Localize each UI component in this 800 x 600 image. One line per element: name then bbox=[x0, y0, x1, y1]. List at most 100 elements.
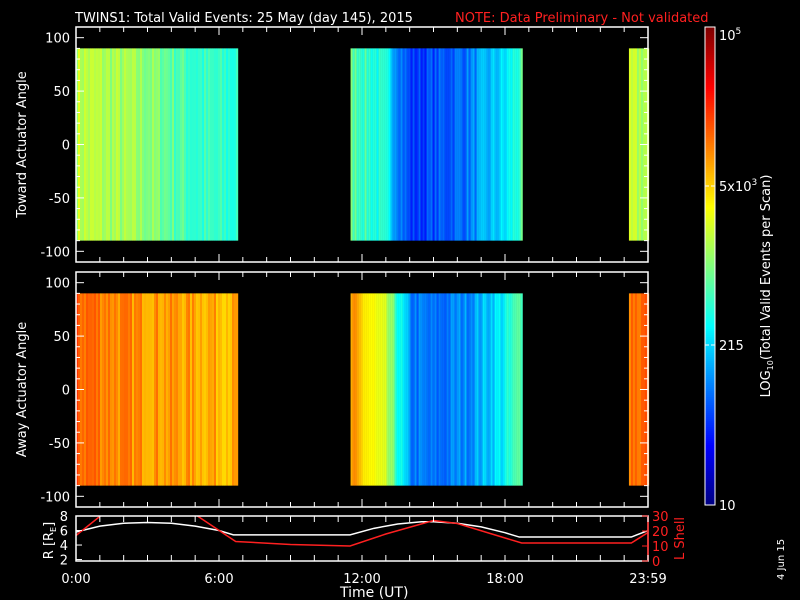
colorbar-swatch bbox=[705, 43, 715, 46]
colorbar-swatch bbox=[705, 389, 715, 392]
heatmap-column bbox=[478, 293, 481, 486]
colorbar-swatch bbox=[705, 265, 715, 268]
colorbar-swatch bbox=[705, 253, 715, 256]
colorbar-swatch bbox=[705, 159, 715, 162]
heatmap-column bbox=[108, 293, 111, 486]
heatmap-column bbox=[138, 293, 141, 486]
heatmap-column bbox=[90, 48, 93, 241]
heatmap-column bbox=[166, 48, 169, 241]
heatmap-column bbox=[410, 293, 413, 486]
heatmap-column bbox=[456, 48, 459, 241]
heatmap-column bbox=[430, 48, 433, 241]
heatmap-column bbox=[350, 48, 353, 241]
colorbar-swatch bbox=[705, 147, 715, 150]
heatmap-column bbox=[216, 293, 219, 486]
colorbar-swatch bbox=[705, 445, 715, 448]
heatmap-column bbox=[450, 293, 453, 486]
x-axis-label: Time (UT) bbox=[339, 585, 408, 600]
heatmap-column bbox=[402, 48, 405, 241]
heatmap-column bbox=[96, 293, 99, 486]
heatmap-column bbox=[214, 293, 217, 486]
heatmap-column bbox=[466, 293, 469, 486]
colorbar-swatch bbox=[705, 205, 715, 208]
colorbar-swatch bbox=[705, 411, 715, 414]
colorbar-swatch bbox=[705, 359, 715, 362]
heatmap-column bbox=[516, 48, 519, 241]
colorbar-swatch bbox=[705, 401, 715, 404]
heatmap-column bbox=[144, 293, 147, 486]
colorbar-swatch bbox=[705, 321, 715, 324]
colorbar-swatch bbox=[705, 501, 715, 504]
heatmap-column bbox=[182, 293, 185, 486]
heatmap-column bbox=[424, 293, 427, 486]
heatmap-column bbox=[202, 293, 205, 486]
heatmap-column bbox=[492, 48, 495, 241]
heatmap-column bbox=[154, 48, 157, 241]
heatmap-column bbox=[502, 293, 505, 486]
heatmap-column bbox=[158, 293, 161, 486]
heatmap-column bbox=[386, 293, 389, 486]
heatmap-column bbox=[132, 293, 135, 486]
heatmap-column bbox=[428, 293, 431, 486]
colorbar-swatch bbox=[705, 451, 715, 454]
heatmap-column bbox=[442, 293, 445, 486]
heatmap-column bbox=[476, 293, 479, 486]
heatmap-column bbox=[444, 48, 447, 241]
colorbar-swatch bbox=[705, 121, 715, 124]
colorbar-swatch bbox=[705, 211, 715, 214]
heatmap-column bbox=[176, 48, 179, 241]
heatmap-column bbox=[396, 293, 399, 486]
heatmap-column bbox=[514, 293, 517, 486]
colorbar-swatch bbox=[705, 133, 715, 136]
heatmap-column bbox=[364, 48, 367, 241]
heatmap-column bbox=[384, 293, 387, 486]
heatmap-column bbox=[194, 48, 197, 241]
heatmap-column bbox=[196, 48, 199, 241]
colorbar-swatch bbox=[705, 209, 715, 212]
colorbar-swatch bbox=[705, 49, 715, 52]
heatmap-column bbox=[206, 293, 209, 486]
colorbar-swatch bbox=[705, 75, 715, 78]
heatmap-column bbox=[498, 293, 501, 486]
heatmap-column bbox=[188, 48, 191, 241]
heatmap-column bbox=[508, 48, 511, 241]
heatmap-column bbox=[352, 293, 355, 486]
heatmap-column bbox=[126, 48, 129, 241]
colorbar-swatch bbox=[705, 269, 715, 272]
heatmap-column bbox=[146, 48, 149, 241]
colorbar-swatch bbox=[705, 41, 715, 44]
heatmap-column bbox=[400, 293, 403, 486]
colorbar-swatch bbox=[705, 485, 715, 488]
heatmap-column bbox=[90, 293, 93, 486]
colorbar-swatch bbox=[705, 363, 715, 366]
heatmap-column bbox=[356, 48, 359, 241]
colorbar-swatch bbox=[705, 157, 715, 160]
heatmap-column bbox=[234, 293, 237, 486]
heatmap-column bbox=[162, 48, 165, 241]
heatmap-column bbox=[506, 293, 509, 486]
colorbar-swatch bbox=[705, 483, 715, 486]
colorbar-swatch bbox=[705, 275, 715, 278]
heatmap-column bbox=[106, 48, 109, 241]
colorbar-swatch bbox=[705, 145, 715, 148]
heatmap-column bbox=[122, 48, 125, 241]
heatmap-column bbox=[502, 48, 505, 241]
y-tick-label: -50 bbox=[49, 437, 70, 452]
heatmap-column bbox=[460, 48, 463, 241]
heatmap-column bbox=[360, 293, 363, 486]
x-tick-label: 23:59 bbox=[629, 572, 666, 587]
heatmap-column bbox=[454, 293, 457, 486]
figure-title: TWINS1: Total Valid Events: 25 May (day … bbox=[74, 11, 413, 26]
heatmap-column bbox=[388, 293, 391, 486]
heatmap-column bbox=[482, 48, 485, 241]
colorbar-swatch bbox=[705, 135, 715, 138]
heatmap-column bbox=[464, 293, 467, 486]
colorbar-swatch bbox=[705, 123, 715, 126]
heatmap-column bbox=[180, 293, 183, 486]
heatmap-column bbox=[190, 48, 193, 241]
colorbar-swatch bbox=[705, 101, 715, 104]
heatmap-column bbox=[440, 293, 443, 486]
heatmap-column bbox=[188, 293, 191, 486]
heatmap-column bbox=[372, 293, 375, 486]
heatmap-column bbox=[478, 48, 481, 241]
